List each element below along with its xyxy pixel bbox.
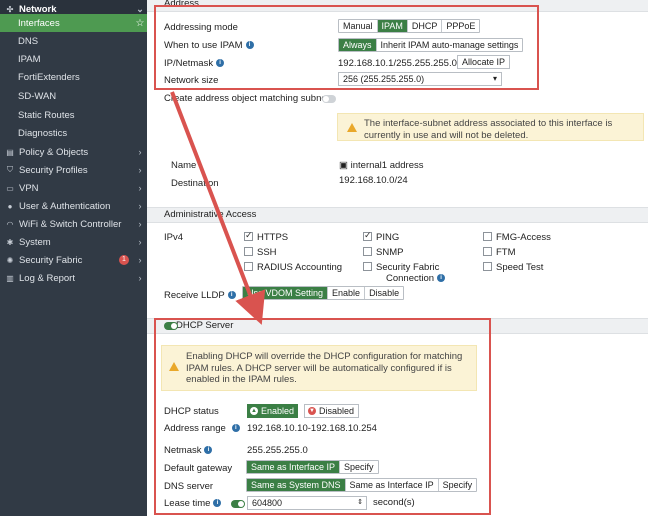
- annotation-arrow: [170, 91, 266, 325]
- arrow-line: [170, 91, 266, 325]
